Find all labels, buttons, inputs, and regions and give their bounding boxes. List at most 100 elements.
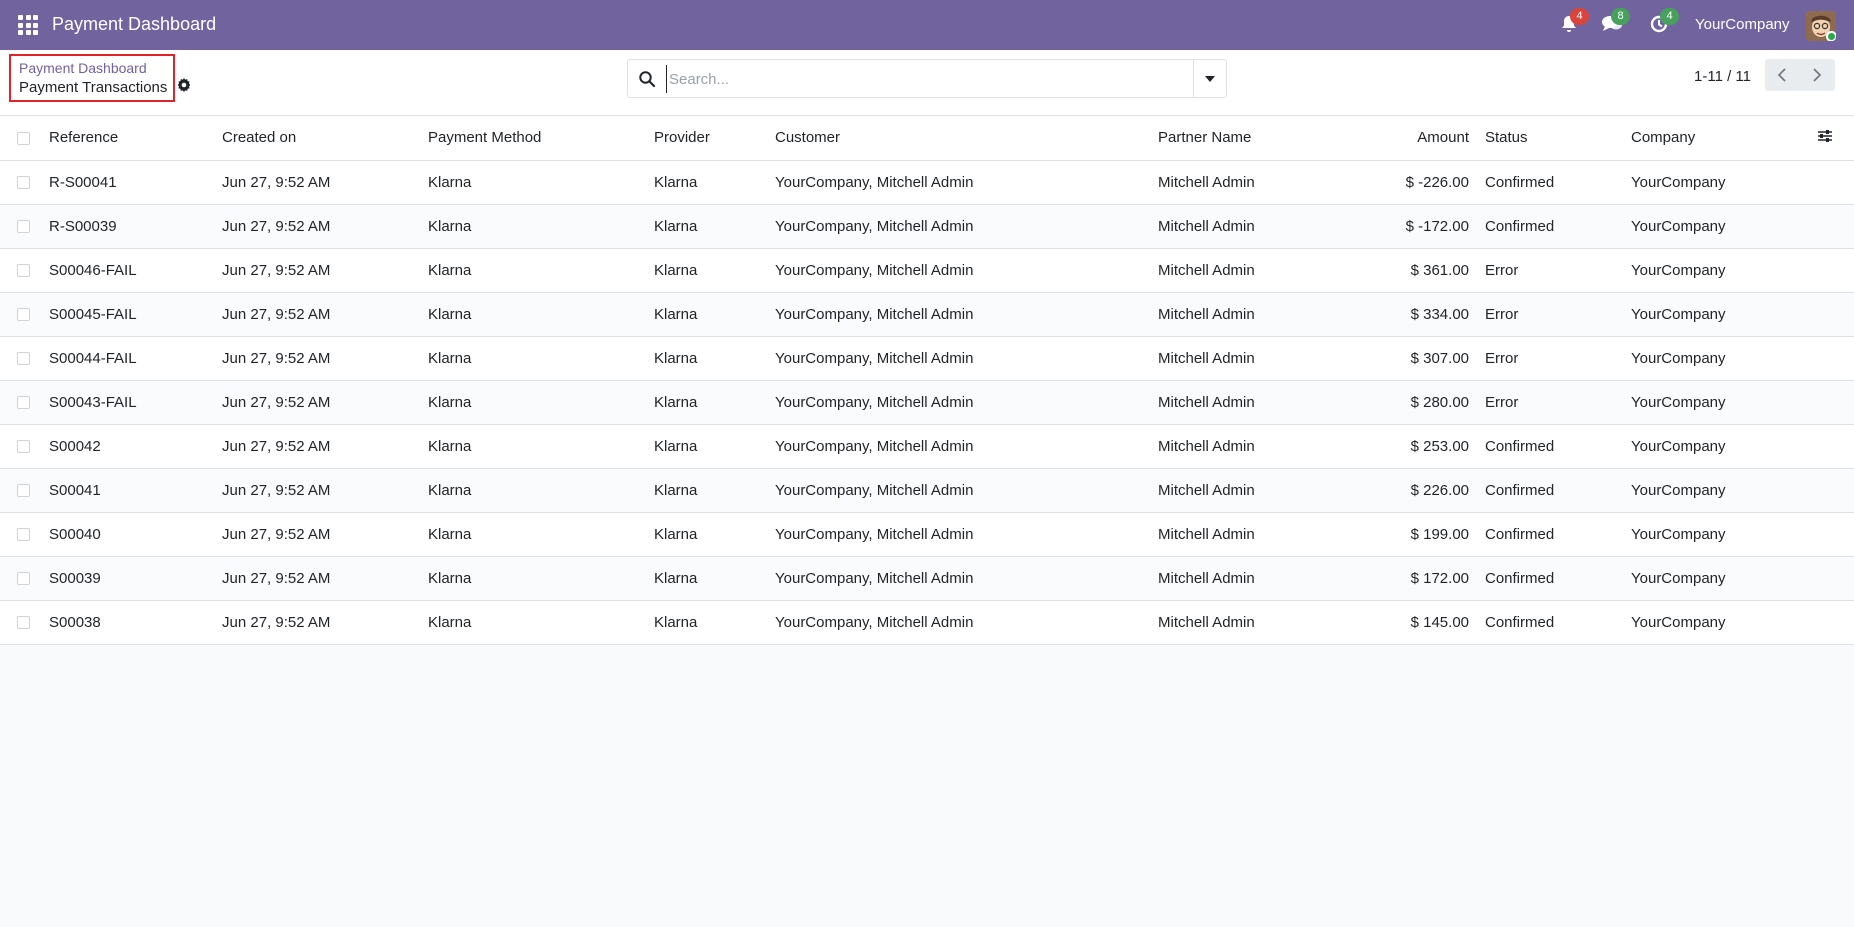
user-avatar[interactable] <box>1806 11 1836 41</box>
row-checkbox-cell[interactable] <box>0 336 41 381</box>
breadcrumb-parent-link[interactable]: Payment Dashboard <box>19 60 147 76</box>
partner-name-cell[interactable]: Mitchell Admin <box>1150 292 1340 337</box>
column-header[interactable]: Company <box>1623 116 1809 161</box>
partner-name-cell[interactable]: Mitchell Admin <box>1150 160 1340 205</box>
row-checkbox-cell[interactable] <box>0 160 41 205</box>
amount-cell[interactable]: $ 145.00 <box>1340 600 1477 645</box>
partner-name-cell[interactable]: Mitchell Admin <box>1150 512 1340 557</box>
chat-icon[interactable]: 8 <box>1601 8 1630 36</box>
company-cell[interactable]: YourCompany <box>1623 380 1809 425</box>
partner-name-cell[interactable]: Mitchell Admin <box>1150 336 1340 381</box>
pager-value[interactable]: 1-11 / 11 <box>1694 68 1751 85</box>
created-on-cell[interactable]: Jun 27, 9:52 AM <box>214 424 420 469</box>
amount-cell[interactable]: $ 199.00 <box>1340 512 1477 557</box>
provider-cell[interactable]: Klarna <box>646 380 767 425</box>
table-row[interactable]: S00042 Jun 27, 9:52 AM Klarna Klarna YourCom… <box>0 424 1854 469</box>
select-all-checkbox[interactable] <box>17 131 30 145</box>
amount-cell[interactable]: $ 307.00 <box>1340 336 1477 381</box>
customer-cell[interactable]: YourCompany, Mitchell Admin <box>767 600 1150 645</box>
company-cell[interactable]: YourCompany <box>1623 248 1809 293</box>
amount-cell[interactable]: $ -172.00 <box>1340 204 1477 249</box>
customer-cell[interactable]: YourCompany, Mitchell Admin <box>767 424 1150 469</box>
column-header[interactable]: Payment Method <box>420 116 646 161</box>
table-row[interactable]: S00038 Jun 27, 9:52 AM Klarna Klarna YourCom… <box>0 600 1854 645</box>
status-cell[interactable]: Confirmed <box>1477 468 1623 513</box>
status-cell[interactable]: Error <box>1477 248 1623 293</box>
table-row[interactable]: S00046-FAIL Jun 27, 9:52 AM Klarna Klarna Yo… <box>0 248 1854 293</box>
created-on-cell[interactable]: Jun 27, 9:52 AM <box>214 292 420 337</box>
status-cell[interactable]: Confirmed <box>1477 600 1623 645</box>
row-checkbox[interactable] <box>17 308 30 322</box>
status-cell[interactable]: Confirmed <box>1477 512 1623 557</box>
table-row[interactable]: R-S00041 Jun 27, 9:52 AM Klarna Klarna YourC… <box>0 160 1854 205</box>
customer-cell[interactable]: YourCompany, Mitchell Admin <box>767 336 1150 381</box>
payment-method-cell[interactable]: Klarna <box>420 292 646 337</box>
amount-cell[interactable]: $ 253.00 <box>1340 424 1477 469</box>
row-checkbox-cell[interactable] <box>0 512 41 557</box>
table-row[interactable]: S00040 Jun 27, 9:52 AM Klarna Klarna YourCom… <box>0 512 1854 557</box>
select-all-checkbox-cell[interactable] <box>0 116 41 161</box>
created-on-cell[interactable]: Jun 27, 9:52 AM <box>214 600 420 645</box>
column-header[interactable]: Created on <box>214 116 420 161</box>
status-cell[interactable]: Error <box>1477 336 1623 381</box>
created-on-cell[interactable]: Jun 27, 9:52 AM <box>214 380 420 425</box>
reference-cell[interactable]: R-S00041 <box>41 160 214 205</box>
column-header[interactable]: Customer <box>767 116 1150 161</box>
customer-cell[interactable]: YourCompany, Mitchell Admin <box>767 380 1150 425</box>
row-checkbox-cell[interactable] <box>0 292 41 337</box>
provider-cell[interactable]: Klarna <box>646 204 767 249</box>
created-on-cell[interactable]: Jun 27, 9:52 AM <box>214 336 420 381</box>
reference-cell[interactable]: S00042 <box>41 424 214 469</box>
table-row[interactable]: S00045-FAIL Jun 27, 9:52 AM Klarna Klarna Yo… <box>0 292 1854 337</box>
optional-columns-icon[interactable] <box>1809 116 1854 161</box>
provider-cell[interactable]: Klarna <box>646 160 767 205</box>
payment-method-cell[interactable]: Klarna <box>420 204 646 249</box>
payment-method-cell[interactable]: Klarna <box>420 380 646 425</box>
customer-cell[interactable]: YourCompany, Mitchell Admin <box>767 556 1150 601</box>
provider-cell[interactable]: Klarna <box>646 292 767 337</box>
partner-name-cell[interactable]: Mitchell Admin <box>1150 600 1340 645</box>
provider-cell[interactable]: Klarna <box>646 468 767 513</box>
created-on-cell[interactable]: Jun 27, 9:52 AM <box>214 160 420 205</box>
row-checkbox[interactable] <box>17 264 30 278</box>
created-on-cell[interactable]: Jun 27, 9:52 AM <box>214 556 420 601</box>
status-cell[interactable]: Error <box>1477 292 1623 337</box>
created-on-cell[interactable]: Jun 27, 9:52 AM <box>214 512 420 557</box>
row-checkbox-cell[interactable] <box>0 556 41 601</box>
created-on-cell[interactable]: Jun 27, 9:52 AM <box>214 468 420 513</box>
company-cell[interactable]: YourCompany <box>1623 292 1809 337</box>
row-checkbox[interactable] <box>17 440 30 454</box>
row-checkbox[interactable] <box>17 528 30 542</box>
status-cell[interactable]: Confirmed <box>1477 204 1623 249</box>
partner-name-cell[interactable]: Mitchell Admin <box>1150 556 1340 601</box>
created-on-cell[interactable]: Jun 27, 9:52 AM <box>214 204 420 249</box>
gear-icon[interactable] <box>177 78 191 92</box>
payment-method-cell[interactable]: Klarna <box>420 600 646 645</box>
reference-cell[interactable]: S00038 <box>41 600 214 645</box>
pager-next-button[interactable] <box>1800 59 1835 91</box>
customer-cell[interactable]: YourCompany, Mitchell Admin <box>767 512 1150 557</box>
amount-cell[interactable]: $ -226.00 <box>1340 160 1477 205</box>
partner-name-cell[interactable]: Mitchell Admin <box>1150 380 1340 425</box>
status-cell[interactable]: Confirmed <box>1477 424 1623 469</box>
table-row[interactable]: S00044-FAIL Jun 27, 9:52 AM Klarna Klarna Yo… <box>0 336 1854 381</box>
company-cell[interactable]: YourCompany <box>1623 468 1809 513</box>
payment-method-cell[interactable]: Klarna <box>420 248 646 293</box>
status-cell[interactable]: Confirmed <box>1477 160 1623 205</box>
payment-method-cell[interactable]: Klarna <box>420 424 646 469</box>
bell-icon[interactable]: 4 <box>1560 8 1589 36</box>
table-row[interactable]: R-S00039 Jun 27, 9:52 AM Klarna Klarna YourC… <box>0 204 1854 249</box>
provider-cell[interactable]: Klarna <box>646 600 767 645</box>
column-header[interactable]: Reference <box>41 116 214 161</box>
partner-name-cell[interactable]: Mitchell Admin <box>1150 424 1340 469</box>
row-checkbox-cell[interactable] <box>0 204 41 249</box>
reference-cell[interactable]: S00045-FAIL <box>41 292 214 337</box>
status-cell[interactable]: Confirmed <box>1477 556 1623 601</box>
customer-cell[interactable]: YourCompany, Mitchell Admin <box>767 292 1150 337</box>
company-switcher[interactable]: YourCompany <box>1695 16 1790 33</box>
search-input[interactable] <box>666 65 1166 93</box>
company-cell[interactable]: YourCompany <box>1623 556 1809 601</box>
column-header[interactable]: Status <box>1477 116 1623 161</box>
row-checkbox[interactable] <box>17 572 30 586</box>
status-cell[interactable]: Error <box>1477 380 1623 425</box>
